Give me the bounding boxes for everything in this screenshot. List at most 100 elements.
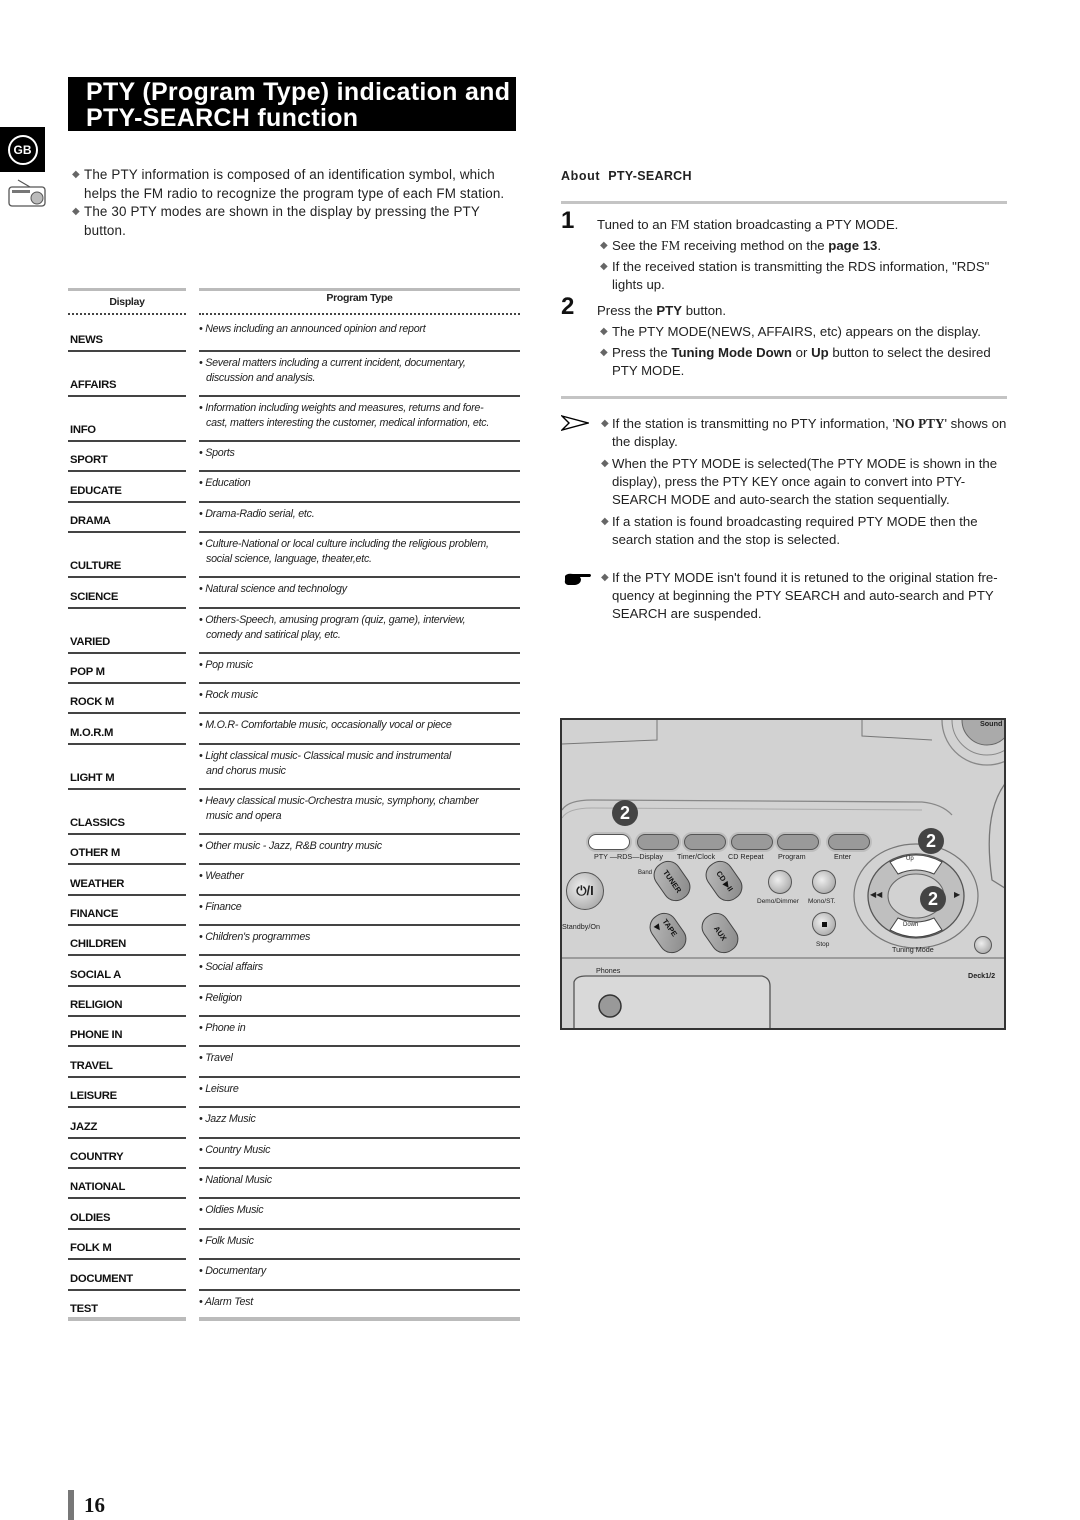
cd-repeat-button[interactable] <box>731 834 773 850</box>
display-code: SCIENCE <box>70 590 119 603</box>
table-row: WEATHER • Weather <box>68 865 520 896</box>
program-type-description: • Weather <box>199 870 244 883</box>
display-code: SOCIAL A <box>70 968 121 981</box>
table-row: JAZZ • Jazz Music <box>68 1108 520 1139</box>
display-code: WEATHER <box>70 877 125 890</box>
diamond-bullet-icon: ◆ <box>600 347 608 358</box>
row-divider <box>199 1316 520 1321</box>
table-row: M.O.R.M • M.O.R- Comfortable music, occas… <box>68 714 520 745</box>
display-code: EDUCATE <box>70 484 122 497</box>
display-code: AFFAIRS <box>70 379 117 391</box>
display-code: LEISURE <box>70 1090 117 1103</box>
display-code: OTHER M <box>70 847 120 860</box>
program-type-description: • Finance <box>199 900 242 913</box>
diamond-bullet-icon: ◆ <box>601 418 609 429</box>
step-sub-bullet: ◆ See the FM receiving method on the pag… <box>600 238 882 253</box>
table-row: POP M • Pop music <box>68 654 520 684</box>
header-program-type: Program Type <box>326 292 393 304</box>
table-row: EDUCATE • Education <box>68 472 520 503</box>
display-code: NEWS <box>70 334 103 346</box>
divider <box>561 396 1007 399</box>
table-row: FINANCE • Finance <box>68 896 520 926</box>
forward-icon[interactable]: ▶ <box>954 890 960 899</box>
standby-on-button[interactable]: ⏻/I <box>566 872 604 910</box>
diamond-bullet-icon: ◆ <box>601 516 609 527</box>
table-row: PHONE IN • Phone in <box>68 1017 520 1048</box>
display-code: SPORT <box>70 454 108 467</box>
stop-button[interactable] <box>812 912 836 936</box>
table-row: LEISURE • Leisure <box>68 1078 520 1109</box>
program-type-description: • Information including weights and meas… <box>199 402 490 429</box>
diamond-bullet-icon: ◆ <box>601 458 609 469</box>
display-code: CULTURE <box>70 560 122 573</box>
pty-button[interactable] <box>588 834 630 850</box>
diamond-bullet-icon: ◆ <box>600 240 608 251</box>
display-code: JAZZ <box>70 1120 98 1133</box>
step-text: Tuned to an FM station broadcasting a PT… <box>597 217 899 232</box>
diamond-bullet-icon: ◆ <box>72 169 80 180</box>
dotted-divider <box>199 313 520 315</box>
table-row: AFFAIRS • Several matters including a cur… <box>68 352 520 397</box>
program-type-description: • Religion <box>199 991 242 1004</box>
table-row: CLASSICS • Heavy classical music-Orchestr… <box>68 790 520 835</box>
diamond-bullet-icon: ◆ <box>601 572 609 583</box>
table-row: FOLK M • Folk Music <box>68 1230 520 1261</box>
table-row: OLDIES • Oldies Music <box>68 1199 520 1230</box>
table-row: NATIONAL • National Music <box>68 1169 520 1200</box>
program-label: Program <box>778 852 806 861</box>
tuning-down-label[interactable]: Down <box>903 922 918 928</box>
rewind-icon[interactable]: ◀◀ <box>870 890 882 899</box>
step-2: 2 Press the PTY button. ◆ The PTY MODE(N… <box>561 295 1007 380</box>
table-row: DRAMA • Drama-Radio serial, etc. <box>68 503 520 534</box>
table-row: TEST • Alarm Test <box>68 1291 520 1321</box>
program-type-description: • National Music <box>199 1174 272 1187</box>
enter-button[interactable] <box>828 834 870 850</box>
display-code: FINANCE <box>70 907 119 920</box>
program-type-description: • Several matters including a current in… <box>199 357 466 384</box>
program-type-description: • Light classical music- Classical music… <box>199 749 452 777</box>
timer-clock-button[interactable] <box>684 834 726 850</box>
program-type-description: • Other music - Jazz, R&B country music <box>199 839 382 852</box>
cd-repeat-label: CD Repeat <box>728 852 764 861</box>
program-type-description: • Heavy classical music-Orchestra music,… <box>199 794 479 822</box>
notes-section: ◆ If the station is transmitting no PTY … <box>561 415 1007 623</box>
display-code: TRAVEL <box>70 1059 113 1072</box>
display-code: FOLK M <box>70 1242 112 1255</box>
page-reference-link: page 13 <box>828 238 878 253</box>
stop-icon <box>821 921 827 927</box>
display-code: INFO <box>70 424 96 436</box>
diamond-bullet-icon: ◆ <box>72 206 80 217</box>
program-type-description: • Others-Speech, amusing program (quiz, … <box>199 613 466 641</box>
table-header: Display Program Type <box>68 288 520 318</box>
display-code: COUNTRY <box>70 1151 124 1164</box>
program-type-description: • Sports <box>199 447 235 459</box>
small-round-button[interactable] <box>974 936 992 954</box>
title-line-2: PTY-SEARCH function <box>86 104 359 132</box>
step-number: 1 <box>561 207 575 234</box>
program-type-description: • Leisure <box>199 1082 239 1095</box>
callout-step-2: 2 <box>918 828 944 854</box>
intro-bullet: ◆ The 30 PTY modes are shown in the disp… <box>72 204 480 238</box>
table-body: NEWS • News including an announced opinio… <box>68 318 520 1321</box>
mono-st-label: Mono/ST. <box>808 898 836 905</box>
pty-search-section: About PTY-SEARCH 1 Tuned to an FM statio… <box>561 166 1007 627</box>
language-badge: GB <box>7 134 38 165</box>
display-button[interactable] <box>637 834 679 850</box>
tuning-up-label[interactable]: Up <box>906 856 914 862</box>
display-code: RELIGION <box>70 999 123 1012</box>
note-item: ◆ If a station is found broadcasting req… <box>601 514 978 547</box>
language-tab: GB <box>0 127 45 172</box>
step-number: 2 <box>561 293 575 320</box>
table-row: SOCIAL A • Social affairs <box>68 956 520 987</box>
diamond-bullet-icon: ◆ <box>600 326 608 337</box>
demo-dimmer-button[interactable] <box>768 870 792 894</box>
program-button[interactable] <box>777 834 819 850</box>
mono-st-button[interactable] <box>812 870 836 894</box>
display-code: CLASSICS <box>70 816 125 829</box>
step-text: Press the PTY button. <box>597 303 727 318</box>
note-arrow-icon <box>561 415 589 431</box>
table-row: TRAVEL • Travel <box>68 1047 520 1078</box>
step-sub-bullet: ◆ The PTY MODE(NEWS, AFFAIRS, etc) appea… <box>600 324 981 339</box>
diamond-bullet-icon: ◆ <box>600 261 608 272</box>
standby-on-label: Standby/On <box>562 922 600 931</box>
